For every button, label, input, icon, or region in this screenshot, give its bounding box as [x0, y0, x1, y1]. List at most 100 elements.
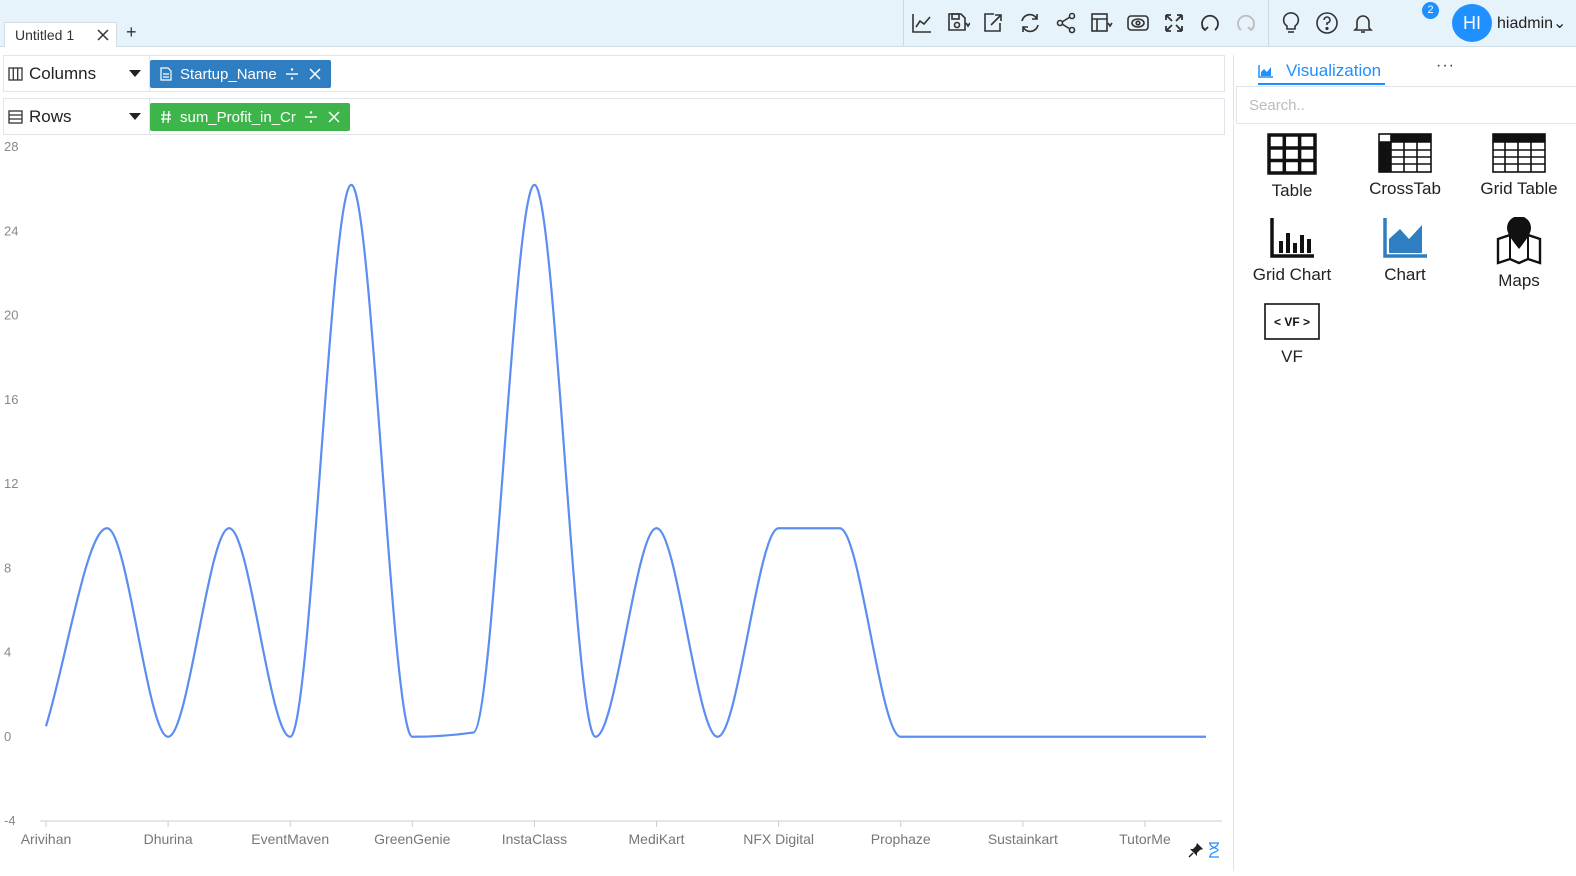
- viz-label: Chart: [1384, 265, 1426, 284]
- crosstab-icon: [1378, 133, 1432, 173]
- lightbulb-icon[interactable]: [1273, 0, 1309, 46]
- grid-chart-icon: [1270, 218, 1314, 258]
- share-icon[interactable]: [1048, 0, 1084, 46]
- maps-icon: [1496, 217, 1542, 265]
- data-point[interactable]: [287, 734, 293, 740]
- fullscreen-icon[interactable]: [1156, 0, 1192, 46]
- viz-item-grid-table[interactable]: Grid Table: [1464, 133, 1574, 213]
- preview-icon[interactable]: [1120, 0, 1156, 46]
- tab-visualization[interactable]: Visualization: [1258, 59, 1386, 85]
- close-icon[interactable]: [96, 28, 110, 42]
- y-tick-label: 20: [4, 308, 18, 323]
- viz-item-vf[interactable]: < VF > VF: [1237, 303, 1347, 383]
- data-point[interactable]: [1142, 734, 1148, 740]
- data-point[interactable]: [837, 525, 843, 531]
- notification-badge: 2: [1422, 2, 1439, 19]
- x-tick-label: EventMaven: [251, 831, 329, 847]
- y-tick-label: 24: [4, 223, 18, 238]
- visualization-search-input[interactable]: [1236, 86, 1576, 124]
- data-point[interactable]: [531, 182, 537, 188]
- data-point[interactable]: [592, 734, 598, 740]
- data-point[interactable]: [165, 734, 171, 740]
- data-point[interactable]: [715, 734, 721, 740]
- row-field-pill[interactable]: sum_Profit_in_Cr: [150, 103, 350, 131]
- more-options-icon[interactable]: ···: [1436, 57, 1455, 75]
- chart-area[interactable]: -4 0 4 8 12 16 20 24 28 Arivihan Dhurina EventMaven…: [0, 137, 1228, 871]
- data-point[interactable]: [1020, 734, 1026, 740]
- data-point[interactable]: [1203, 734, 1209, 740]
- columns-icon: [8, 66, 23, 81]
- data-point[interactable]: [898, 734, 904, 740]
- line-chart[interactable]: -4 0 4 8 12 16 20 24 28 Arivihan Dhurina EventMaven…: [0, 137, 1228, 871]
- help-icon[interactable]: [1309, 0, 1345, 46]
- save-icon[interactable]: [940, 0, 976, 46]
- visualization-panel: Visualization ··· Table CrossTab Grid Ta…: [1233, 55, 1576, 871]
- x-tick-label: TutorMe: [1119, 831, 1171, 847]
- user-menu[interactable]: hiadmin⌄: [1497, 13, 1566, 33]
- x-tick-label: Prophaze: [871, 831, 931, 847]
- bell-icon[interactable]: [1345, 0, 1381, 46]
- data-point[interactable]: [1081, 734, 1087, 740]
- x-tick-label: Sustainkart: [988, 831, 1058, 847]
- viz-label: Grid Table: [1480, 179, 1558, 198]
- data-point[interactable]: [959, 734, 965, 740]
- rows-shelf: Rows sum_Profit_in_Cr: [3, 98, 1225, 135]
- hourglass-icon: [1209, 842, 1219, 858]
- tab-label: Untitled 1: [15, 27, 75, 43]
- rows-label: Rows: [29, 106, 72, 126]
- chart-corner-icons: [1188, 842, 1220, 858]
- series-line[interactable]: [44, 183, 1206, 738]
- tab-untitled[interactable]: Untitled 1: [4, 22, 117, 47]
- caret-down-icon[interactable]: [129, 113, 141, 120]
- data-point[interactable]: [43, 723, 49, 729]
- add-tab-button[interactable]: +: [126, 22, 137, 42]
- grid-table-icon: [1492, 133, 1546, 173]
- redo-icon[interactable]: [1228, 0, 1264, 46]
- rows-shelf-header[interactable]: Rows: [4, 99, 150, 134]
- viz-label: VF: [1281, 347, 1303, 366]
- viz-item-chart[interactable]: Chart: [1350, 217, 1460, 297]
- data-point[interactable]: [654, 525, 660, 531]
- data-point[interactable]: [226, 525, 232, 531]
- divide-icon[interactable]: [304, 110, 318, 124]
- column-field-pill[interactable]: Startup_Name: [150, 60, 331, 88]
- remove-icon[interactable]: [309, 68, 321, 80]
- line-chart-icon[interactable]: [904, 0, 940, 46]
- data-point[interactable]: [776, 525, 782, 531]
- columns-shelf-header[interactable]: Columns: [4, 56, 150, 91]
- avatar[interactable]: HI: [1452, 4, 1492, 42]
- export-icon[interactable]: [976, 0, 1012, 46]
- vf-badge-text: < VF >: [1274, 315, 1310, 329]
- y-tick-label: -4: [4, 813, 16, 828]
- viz-item-maps[interactable]: Maps: [1464, 217, 1574, 297]
- x-tick-label: Dhurina: [144, 831, 193, 847]
- rows-icon: [8, 109, 23, 124]
- y-tick-label: 28: [4, 139, 18, 154]
- viz-item-grid-chart[interactable]: Grid Chart: [1237, 217, 1347, 297]
- vf-icon: < VF >: [1264, 303, 1320, 340]
- remove-icon[interactable]: [328, 111, 340, 123]
- data-point[interactable]: [470, 730, 476, 736]
- undo-icon[interactable]: [1192, 0, 1228, 46]
- column-field-label: Startup_Name: [180, 65, 277, 83]
- divide-icon[interactable]: [285, 67, 299, 81]
- viz-label: Table: [1271, 181, 1313, 200]
- toolbar: [903, 0, 1381, 46]
- pin-icon[interactable]: [1188, 842, 1204, 858]
- viz-item-table[interactable]: Table: [1237, 133, 1347, 213]
- viz-item-crosstab[interactable]: CrossTab: [1350, 133, 1460, 213]
- layout-icon[interactable]: [1084, 0, 1120, 46]
- x-tick-label: MediKart: [629, 831, 685, 847]
- area-chart-icon: [1258, 65, 1273, 78]
- refresh-icon[interactable]: [1012, 0, 1048, 46]
- data-point[interactable]: [409, 734, 415, 740]
- table-icon: [1267, 133, 1317, 175]
- toolbar-separator: [1268, 0, 1269, 46]
- caret-down-icon[interactable]: [129, 70, 141, 77]
- chevron-down-icon: ⌄: [1553, 15, 1567, 32]
- data-point[interactable]: [348, 182, 354, 188]
- x-tick-label: Arivihan: [21, 831, 72, 847]
- y-tick-label: 12: [4, 476, 18, 491]
- data-point[interactable]: [104, 525, 110, 531]
- row-field-label: sum_Profit_in_Cr: [180, 108, 296, 126]
